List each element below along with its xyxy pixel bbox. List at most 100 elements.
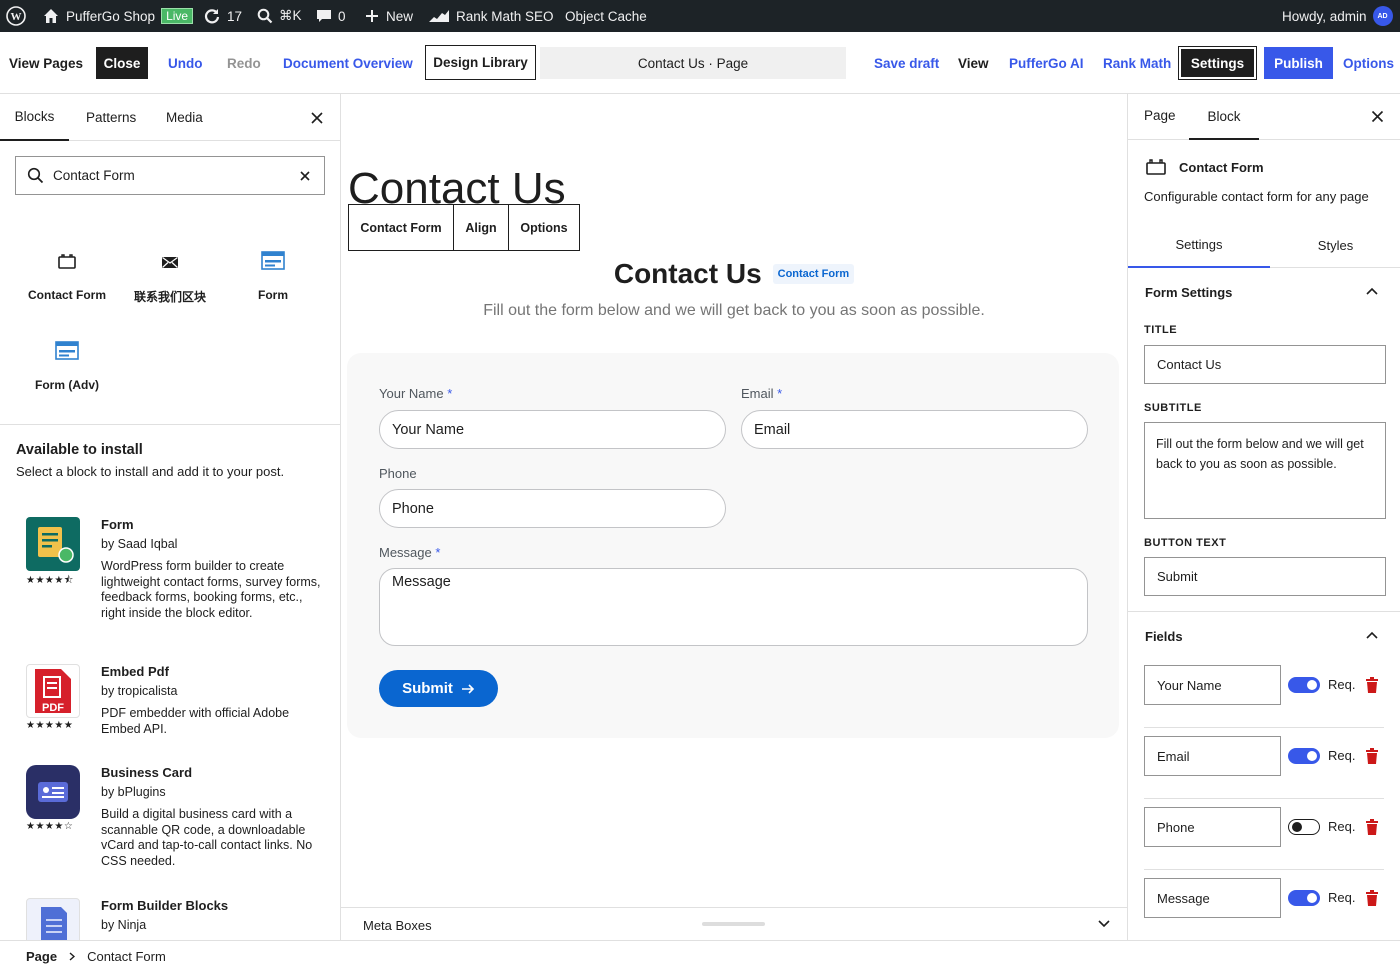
align-button[interactable]: Align (454, 205, 509, 250)
meta-boxes-label: Meta Boxes (363, 918, 432, 933)
block-item-form[interactable]: Form (223, 250, 323, 302)
close-button[interactable]: Close (96, 47, 148, 79)
name-input[interactable]: Your Name (379, 410, 726, 449)
submit-button[interactable]: Submit (379, 670, 498, 707)
tab-page[interactable]: Page (1144, 108, 1176, 123)
account-menu[interactable]: Howdy, admin AD (1282, 0, 1393, 32)
redo-button[interactable]: Redo (227, 32, 261, 94)
search-icon (27, 167, 44, 184)
field-name-input[interactable]: Phone (1144, 807, 1281, 847)
svg-text:W: W (11, 11, 22, 23)
tab-settings[interactable]: Settings (1128, 222, 1270, 268)
breadcrumb-page[interactable]: Page (26, 949, 57, 964)
tab-blocks[interactable]: Blocks (0, 94, 69, 141)
required-label: Req. (1328, 677, 1356, 692)
chevron-up-icon[interactable] (1366, 287, 1378, 295)
save-draft-button[interactable]: Save draft (874, 32, 939, 94)
meta-boxes-bar[interactable]: Meta Boxes (341, 907, 1127, 940)
close-sidebar-icon[interactable] (1371, 110, 1384, 123)
tab-block[interactable]: Block (1189, 94, 1259, 140)
block-search-field[interactable]: Contact Form (15, 156, 325, 195)
required-toggle[interactable] (1288, 677, 1320, 693)
message-textarea[interactable]: Message (379, 568, 1088, 646)
refresh-icon (204, 9, 220, 24)
form-subtitle: Fill out the form below and we will get … (483, 302, 985, 319)
plugin-author: by bPlugins (101, 784, 166, 799)
trash-icon[interactable] (1366, 890, 1378, 906)
block-item-contact-us-cn[interactable]: 联系我们区块 (120, 250, 220, 305)
editor-canvas: Contact Us Contact Form Align Options Co… (341, 94, 1127, 940)
block-type-button[interactable]: Contact Form (349, 205, 454, 250)
block-options-button[interactable]: Options (509, 205, 579, 250)
block-subtabs: Settings Styles (1128, 222, 1400, 268)
trash-icon[interactable] (1366, 748, 1378, 764)
chevron-up-icon[interactable] (1366, 631, 1378, 639)
button-text-label: BUTTON TEXT (1144, 537, 1227, 549)
tab-patterns[interactable]: Patterns (86, 94, 136, 141)
document-overview-button[interactable]: Document Overview (283, 32, 413, 94)
card-icon (55, 250, 79, 274)
trash-icon[interactable] (1366, 677, 1378, 693)
contact-form-block[interactable]: Your Name * Your Name Email * Email Phon… (347, 353, 1119, 738)
email-label: Email * (741, 386, 783, 401)
chevron-down-icon[interactable] (1098, 920, 1110, 928)
resize-handle[interactable] (702, 922, 765, 926)
rank-math-seo-label: Rank Math SEO (456, 8, 554, 24)
divider (1144, 798, 1384, 799)
command-search[interactable]: ⌘K (257, 0, 302, 32)
search-input[interactable]: Contact Form (53, 168, 135, 183)
plugin-author: by tropicalista (101, 683, 178, 698)
tab-styles[interactable]: Styles (1270, 222, 1400, 268)
publish-button[interactable]: Publish (1264, 47, 1333, 79)
site-name-link[interactable]: PufferGo Shop Live (42, 0, 194, 32)
editor-toolbar: View Pages Close Undo Redo Document Over… (0, 32, 1400, 94)
fields-heading[interactable]: Fields (1145, 629, 1183, 644)
block-item-form-adv[interactable]: Form (Adv) (17, 340, 117, 392)
required-toggle[interactable] (1288, 748, 1320, 764)
trash-icon[interactable] (1366, 819, 1378, 835)
required-label: Req. (1328, 819, 1356, 834)
title-label: TITLE (1144, 324, 1178, 336)
phone-input[interactable]: Phone (379, 489, 726, 528)
document-bar[interactable]: Contact Us · Page (540, 47, 846, 79)
wordpress-logo-icon[interactable]: W (6, 0, 26, 32)
block-inserter-panel: Blocks Patterns Media Contact Form Conta… (0, 94, 341, 940)
comments-link[interactable]: 0 (316, 0, 346, 32)
sidebar-tabs: Page Block (1128, 94, 1400, 140)
object-cache-label: Object Cache (565, 8, 647, 24)
undo-button[interactable]: Undo (168, 32, 203, 94)
arrow-right-icon (461, 683, 475, 694)
view-pages-link[interactable]: View Pages (9, 32, 83, 94)
required-label: Req. (1328, 748, 1356, 763)
subtitle-label: SUBTITLE (1144, 402, 1202, 414)
updates-link[interactable]: 17 (203, 0, 242, 32)
field-name-input[interactable]: Message (1144, 878, 1281, 918)
clear-search-icon[interactable] (299, 170, 311, 182)
settings-button[interactable]: Settings (1178, 46, 1257, 80)
form-settings-heading[interactable]: Form Settings (1145, 285, 1232, 300)
breadcrumb-block[interactable]: Contact Form (87, 949, 166, 964)
object-cache-link[interactable]: Object Cache (565, 0, 647, 32)
block-item-contact-form[interactable]: Contact Form (17, 250, 117, 302)
new-content-link[interactable]: New (364, 0, 413, 32)
field-name-input[interactable]: Your Name (1144, 665, 1281, 705)
options-button[interactable]: Options (1343, 32, 1394, 94)
field-name-input[interactable]: Email (1144, 736, 1281, 776)
admin-bar: W PufferGo Shop Live 17 ⌘K 0 New Rank Ma… (0, 0, 1400, 32)
tab-media[interactable]: Media (166, 94, 203, 141)
rank-math-button[interactable]: Rank Math (1103, 32, 1171, 94)
required-toggle[interactable] (1288, 819, 1320, 835)
button-text-input[interactable]: Submit (1144, 557, 1386, 596)
design-library-button[interactable]: Design Library (425, 45, 536, 80)
plugin-name: Embed Pdf (101, 664, 169, 679)
email-input[interactable]: Email (741, 410, 1088, 449)
message-label: Message * (379, 545, 441, 560)
title-input[interactable]: Contact Us (1144, 345, 1386, 384)
close-inserter-icon[interactable] (310, 94, 324, 141)
form-builder-icon (26, 898, 80, 940)
required-toggle[interactable] (1288, 890, 1320, 906)
view-button[interactable]: View (958, 32, 989, 94)
subtitle-textarea[interactable]: Fill out the form below and we will get … (1144, 422, 1386, 519)
ai-button[interactable]: PufferGo AI (1009, 32, 1084, 94)
rank-math-seo-link[interactable]: Rank Math SEO (428, 0, 554, 32)
